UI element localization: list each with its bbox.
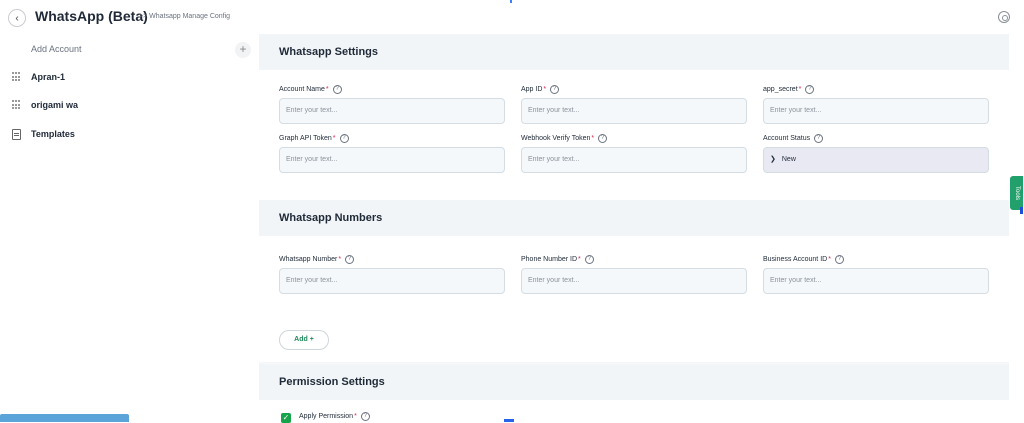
tools-tab[interactable]: Tools (1010, 176, 1023, 210)
field-label: Phone Number ID (521, 255, 578, 263)
field-label: Graph API Token (279, 134, 332, 142)
help-icon[interactable]: ? (345, 254, 355, 264)
section-header-whatsapp-settings: Whatsapp Settings (259, 34, 1009, 70)
sidebar: Add Account + Apran-1 origami wa Templat… (0, 34, 259, 422)
sidebar-item-origami-wa[interactable]: origami wa (12, 97, 78, 113)
graph-api-token-field: Graph API Token *? Enter your text... (279, 132, 505, 173)
help-icon[interactable]: ? (360, 412, 370, 421)
help-icon[interactable]: ? (332, 84, 342, 94)
field-label: Business Account ID (763, 255, 828, 263)
field-label: App ID (521, 85, 543, 93)
business-account-id-input[interactable]: Enter your text... (763, 268, 989, 294)
required-mark: * (543, 85, 547, 93)
account-status-value: New (781, 156, 796, 163)
account-status-select[interactable]: ❯ New (763, 147, 989, 173)
sidebar-item-apran-1[interactable]: Apran-1 (12, 69, 65, 85)
required-mark: * (828, 255, 831, 263)
app-secret-field: app_secret *? Enter your text... (763, 83, 989, 124)
chevron-down-icon: ❯ (770, 156, 776, 163)
required-mark: * (798, 85, 802, 93)
field-label: Apply Permission (299, 413, 354, 420)
help-icon[interactable]: ? (814, 133, 824, 143)
chevron-left-icon[interactable]: ‹ (8, 9, 26, 27)
help-icon[interactable]: ? (805, 84, 815, 94)
permission-settings-form (259, 400, 1009, 422)
add-number-button[interactable]: Add + (279, 330, 329, 350)
top-bar: ‹ WhatsApp (Beta) >> Whatsapp Manage Con… (0, 0, 1024, 34)
account-status-field: Account Status? ❯ New (763, 132, 989, 173)
help-icon[interactable]: ? (584, 254, 594, 264)
help-icon[interactable]: ? (598, 133, 608, 143)
required-mark: * (591, 134, 595, 142)
section-header-whatsapp-numbers: Whatsapp Numbers (259, 200, 1009, 236)
whatsapp-settings-form: Account Name *? Enter your text... App ID… (259, 70, 1009, 200)
grid-icon (12, 72, 22, 82)
app-id-field: App ID *? Enter your text... (521, 83, 747, 124)
breadcrumb[interactable]: >> Whatsapp Manage Config (139, 13, 230, 20)
document-icon (12, 128, 21, 140)
whatsapp-number-field: Whatsapp Number *? Enter your text... (279, 253, 505, 294)
add-account-label: Add Account (31, 44, 82, 54)
required-mark: * (354, 413, 357, 420)
main-content: Whatsapp Settings Account Name *? Enter y… (259, 34, 1009, 422)
app-id-input[interactable]: Enter your text... (521, 98, 747, 124)
help-icon[interactable]: ? (550, 84, 560, 94)
field-label: Account Name (279, 85, 325, 93)
tools-accent (1020, 207, 1023, 214)
help-icon[interactable]: ? (339, 133, 349, 143)
field-label: Webhook Verify Token (521, 134, 591, 142)
section-header-permission-settings: Permission Settings (259, 364, 1009, 400)
section-title: Permission Settings (279, 376, 385, 388)
sidebar-item-templates[interactable]: Templates (12, 126, 75, 142)
required-mark: * (578, 255, 581, 263)
sidebar-item-label: Templates (31, 129, 75, 139)
account-name-input[interactable]: Enter your text... (279, 98, 505, 124)
section-title: Whatsapp Numbers (279, 212, 383, 224)
sidebar-item-label: Apran-1 (31, 72, 66, 82)
phone-number-id-input[interactable]: Enter your text... (521, 268, 747, 294)
phone-number-id-field: Phone Number ID *? Enter your text... (521, 253, 747, 294)
top-indicator (510, 0, 512, 3)
webhook-verify-token-field: Webhook Verify Token *? Enter your text..… (521, 132, 747, 173)
required-mark: * (332, 134, 336, 142)
whatsapp-number-input[interactable]: Enter your text... (279, 268, 505, 294)
graph-api-token-input[interactable]: Enter your text... (279, 147, 505, 173)
required-mark: * (325, 85, 329, 93)
account-name-field: Account Name *? Enter your text... (279, 83, 505, 124)
page-title: WhatsApp (Beta) (35, 8, 148, 24)
business-account-id-field: Business Account ID *? Enter your text... (763, 253, 989, 294)
webhook-verify-token-input[interactable]: Enter your text... (521, 147, 747, 173)
section-title: Whatsapp Settings (279, 46, 379, 58)
settings-icon[interactable] (998, 11, 1010, 23)
field-label: Account Status (763, 134, 811, 142)
grid-icon (12, 100, 22, 110)
apply-permission-label: Apply Permission *? (299, 412, 370, 421)
help-icon[interactable]: ? (834, 254, 844, 264)
plus-icon[interactable]: + (235, 42, 251, 58)
field-label: app_secret (763, 85, 798, 93)
sidebar-item-label: origami wa (31, 100, 79, 110)
bottom-status-bar[interactable] (0, 414, 129, 422)
field-label: Whatsapp Number (279, 255, 338, 263)
required-mark: * (338, 255, 342, 263)
whatsapp-numbers-form: Whatsapp Number *? Enter your text... Pho… (259, 236, 1009, 362)
app-secret-input[interactable]: Enter your text... (763, 98, 989, 124)
